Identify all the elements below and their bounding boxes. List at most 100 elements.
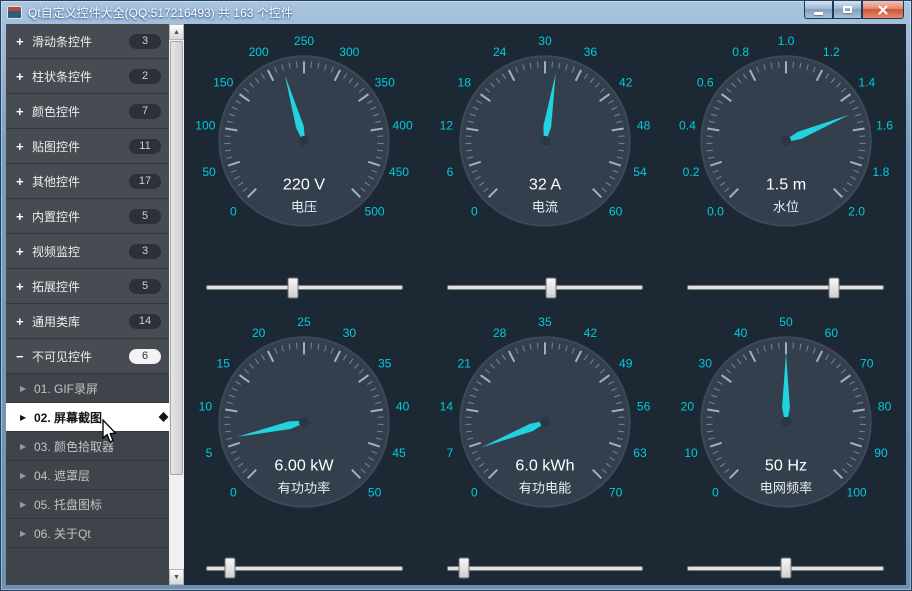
sidebar-group-color-controls[interactable]: + 颜色控件 7 (6, 94, 169, 129)
slider-current-track[interactable] (447, 285, 644, 290)
slider-current-handle[interactable] (546, 277, 557, 298)
sidebar-group-invisible-controls[interactable]: − 不可见控件 6 (6, 339, 169, 374)
window-title: Qt自定义控件大全(QQ:517216493) 共 163 个控件 (28, 4, 293, 21)
child-label: 01. GIF录屏 (34, 380, 98, 397)
group-count-badge: 6 (129, 349, 161, 364)
gauge-tick-label: 24 (493, 45, 507, 59)
gauge-tick-label: 6 (447, 165, 454, 179)
gauge-value: 1.5 m (765, 176, 805, 194)
gauge-tick-label: 45 (393, 446, 407, 460)
slider-active-energy-handle[interactable] (459, 558, 470, 579)
slider-water-level[interactable] (665, 271, 906, 305)
slider-active-power[interactable] (184, 551, 425, 585)
slider-water-level-handle[interactable] (829, 277, 840, 298)
gauge-value: 6.0 kWh (515, 456, 574, 474)
slider-active-energy[interactable] (425, 551, 666, 585)
title-bar[interactable]: Qt自定义控件大全(QQ:517216493) 共 163 个控件 (1, 1, 911, 24)
gauge-active-energy-dial: 071421283542495663706.0 kWh有功电能 (427, 307, 663, 549)
gauge-tick-label: 15 (217, 356, 231, 370)
gauge-tick-label: 5 (206, 446, 213, 460)
sidebar-scrollbar[interactable]: ▲ ▼ (169, 24, 184, 585)
slider-grid-frequency-handle[interactable] (780, 558, 791, 579)
gauge-tick-label: 0.6 (696, 76, 713, 90)
group-label: 通用类库 (32, 313, 129, 330)
gauge-tick-label: 100 (196, 119, 216, 133)
slider-active-power-track[interactable] (206, 566, 403, 571)
sidebar-child-gif-recorder[interactable]: ▶ 01. GIF录屏 (6, 374, 169, 403)
child-label: 04. 遮罩层 (34, 467, 90, 484)
sidebar-child-about-qt[interactable]: ▶ 06. 关于Qt (6, 519, 169, 548)
gauge-tick-label: 60 (609, 205, 623, 219)
child-arrow-icon: ▶ (20, 500, 34, 509)
group-label: 贴图控件 (32, 138, 129, 155)
scroll-track[interactable] (169, 40, 184, 569)
gauge-tick-label: 1.0 (777, 34, 794, 48)
sidebar-group-skin-controls[interactable]: + 贴图控件 11 (6, 129, 169, 164)
gauge-tick-label: 30 (698, 356, 712, 370)
group-label: 拓展控件 (32, 278, 129, 295)
slider-water-level-track[interactable] (687, 285, 884, 290)
gauge-tick-label: 450 (389, 165, 409, 179)
gauge-tick-label: 500 (365, 205, 385, 219)
child-arrow-icon: ▶ (20, 529, 34, 538)
maximize-icon (843, 6, 852, 13)
gauge-tick-label: 7 (447, 446, 454, 460)
slider-grid-frequency[interactable] (665, 551, 906, 585)
child-label: 02. 屏幕截图 (34, 409, 102, 426)
sidebar-child-color-picker[interactable]: ▶ 03. 颜色拾取器 (6, 432, 169, 461)
sidebar-group-common-library[interactable]: + 通用类库 14 (6, 304, 169, 339)
gauge-tick-label: 100 (846, 485, 866, 499)
sidebar-group-builtin-controls[interactable]: + 内置控件 5 (6, 199, 169, 234)
sidebar-group-slider-controls[interactable]: + 滑动条控件 3 (6, 24, 169, 59)
group-toggle-icon: + (16, 139, 32, 154)
group-label: 颜色控件 (32, 103, 129, 120)
gauge-tick-label: 350 (375, 76, 395, 90)
group-toggle-icon: − (16, 349, 32, 364)
child-label: 06. 关于Qt (34, 525, 91, 542)
slider-grid-frequency-track[interactable] (687, 566, 884, 571)
slider-active-power-handle[interactable] (225, 558, 236, 579)
group-label: 其他控件 (32, 173, 129, 190)
sidebar-group-extend-controls[interactable]: + 拓展控件 5 (6, 269, 169, 304)
app-icon (7, 6, 22, 19)
scroll-down-button[interactable]: ▼ (169, 569, 184, 585)
slider-voltage[interactable] (184, 271, 425, 305)
group-toggle-icon: + (16, 174, 32, 189)
group-label: 滑动条控件 (32, 33, 129, 50)
child-label: 03. 颜色拾取器 (34, 438, 114, 455)
gauge-tick-label: 48 (637, 119, 651, 133)
minimize-button[interactable] (804, 1, 833, 19)
gauge-tick-label: 70 (609, 485, 623, 499)
sidebar-filler (6, 548, 169, 585)
sidebar-child-tray-icon[interactable]: ▶ 05. 托盘图标 (6, 490, 169, 519)
gauge-tick-label: 20 (680, 399, 694, 413)
scroll-up-button[interactable]: ▲ (169, 24, 184, 40)
slider-voltage-track[interactable] (206, 285, 403, 290)
sidebar-group-bar-controls[interactable]: + 柱状条控件 2 (6, 59, 169, 94)
gauge-tick-label: 63 (633, 446, 647, 460)
minimize-icon (814, 12, 823, 15)
sidebar-child-mask-layer[interactable]: ▶ 04. 遮罩层 (6, 461, 169, 490)
slider-active-energy-track[interactable] (447, 566, 644, 571)
sidebar-child-screen-capture[interactable]: ▶ 02. 屏幕截图 (6, 403, 169, 432)
child-arrow-icon: ▶ (20, 471, 34, 480)
child-arrow-icon: ▶ (20, 384, 34, 393)
sidebar-group-video-monitor[interactable]: + 视频监控 3 (6, 234, 169, 269)
gauge-tick-label: 50 (368, 485, 382, 499)
slider-voltage-handle[interactable] (287, 277, 298, 298)
close-icon (878, 5, 888, 15)
app-window: Qt自定义控件大全(QQ:517216493) 共 163 个控件 + 滑动条控… (0, 0, 912, 591)
window-content: + 滑动条控件 3 + 柱状条控件 2 + 颜色控件 7 + 贴图控件 11 +… (6, 24, 906, 585)
gauge-current-dial: 0612182430364248546032 A电流 (427, 26, 663, 268)
group-toggle-icon: + (16, 244, 32, 259)
slider-current[interactable] (425, 271, 666, 305)
scroll-thumb[interactable] (170, 41, 183, 475)
gauge-tick-label: 60 (824, 326, 838, 340)
child-label: 05. 托盘图标 (34, 496, 102, 513)
maximize-button[interactable] (833, 1, 862, 19)
sidebar-group-other-controls[interactable]: + 其他控件 17 (6, 164, 169, 199)
gauge-tick-label: 1.2 (823, 45, 840, 59)
close-button[interactable] (862, 1, 904, 19)
gauge-active-power-dial: 051015202530354045506.00 kW有功功率 (186, 307, 422, 549)
group-toggle-icon: + (16, 279, 32, 294)
